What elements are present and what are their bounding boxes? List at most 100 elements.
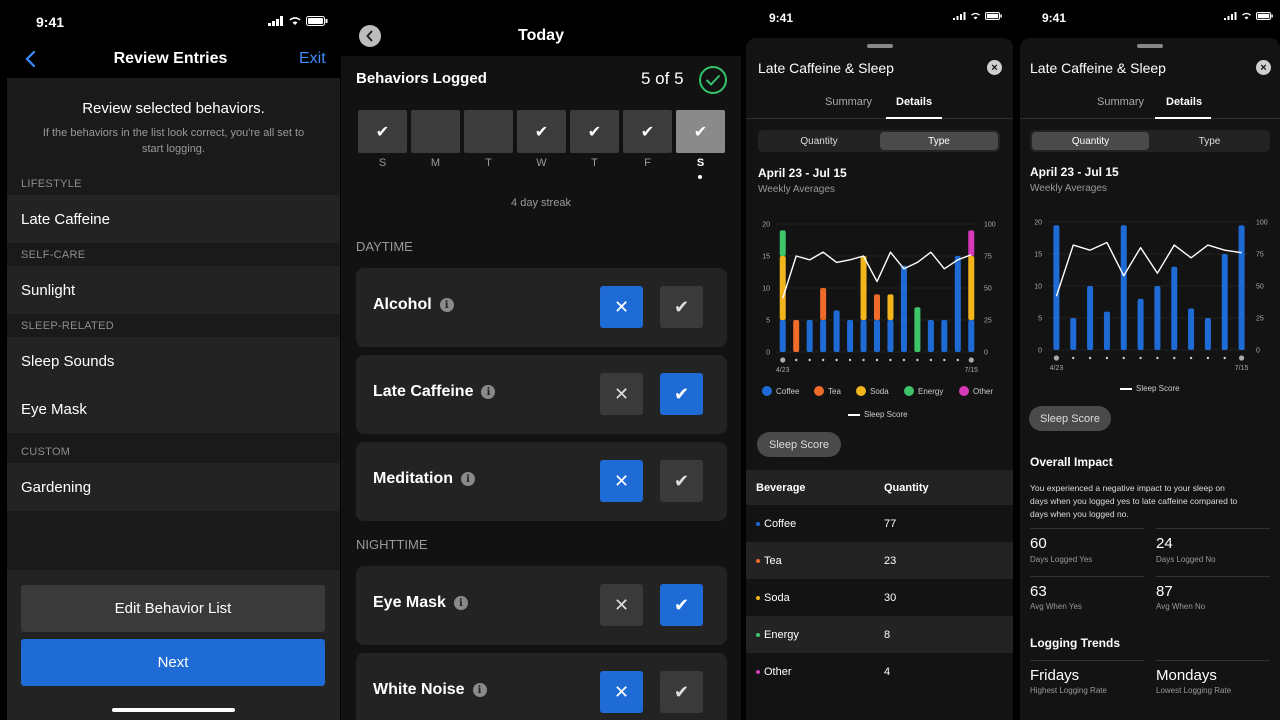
legend-label: Sleep Score: [864, 410, 908, 419]
legend-line-swatch: [848, 413, 860, 416]
bar-coffee: [820, 320, 827, 352]
bar-quantity: [1188, 308, 1195, 350]
stat-avg-yes-value: 63: [1030, 583, 1047, 600]
divider: [1030, 528, 1144, 529]
behavior-card: Eye Mask i ✕ ✔: [356, 566, 727, 645]
tab-details[interactable]: Details: [1166, 96, 1202, 108]
list-item-sleep-sounds[interactable]: Sleep Sounds: [7, 337, 340, 385]
y-tick-left: 0: [766, 350, 770, 357]
sleep-score-toggle[interactable]: Sleep Score: [1029, 406, 1111, 431]
edit-behavior-list-button[interactable]: Edit Behavior List: [21, 585, 325, 632]
panel-title: Late Caffeine & Sleep: [1030, 60, 1166, 76]
y-tick-right: 100: [984, 222, 996, 229]
bar-quantity: [1120, 225, 1127, 350]
overall-impact-title: Overall Impact: [1030, 455, 1113, 469]
x-tick-dot: [862, 358, 865, 362]
legend-swatch: [814, 386, 824, 396]
day-box-5[interactable]: ✔: [623, 110, 672, 153]
sheet-grabber[interactable]: [1137, 44, 1163, 48]
impact-text-line: You experienced a negative impact to you…: [1030, 483, 1225, 493]
tab-summary[interactable]: Summary: [825, 96, 872, 108]
segment-quantity[interactable]: Quantity: [1032, 132, 1149, 150]
x-tick-dot: [902, 358, 906, 362]
segment-type[interactable]: Type: [880, 132, 998, 150]
list-item-late-caffeine[interactable]: Late Caffeine: [7, 195, 340, 243]
info-icon[interactable]: i: [472, 683, 487, 697]
day-box-2[interactable]: [464, 110, 513, 153]
beverage-name: Soda: [764, 591, 790, 604]
details-panel: Late Caffeine & Sleep × Summary Details …: [746, 38, 1013, 720]
yes-button[interactable]: ✔: [660, 460, 703, 502]
behavior-card: Alcohol i ✕ ✔: [356, 268, 727, 347]
close-icon[interactable]: ×: [1256, 60, 1271, 75]
divider: [1156, 576, 1270, 577]
bar-energy: [914, 307, 921, 352]
tab-summary[interactable]: Summary: [1097, 96, 1144, 108]
list-item-eye-mask[interactable]: Eye Mask: [7, 385, 340, 433]
bar-soda: [860, 256, 867, 320]
info-icon[interactable]: i: [453, 596, 468, 610]
yes-button[interactable]: ✔: [660, 584, 703, 626]
exit-button[interactable]: Exit: [299, 50, 326, 68]
info-icon[interactable]: i: [461, 472, 475, 486]
x-tick-dot: [1053, 355, 1060, 361]
y-tick-right: 0: [1256, 348, 1260, 355]
details-type-screen: 9:41 Late Caffeine & Sleep × Summary Det…: [741, 0, 1018, 720]
info-icon[interactable]: i: [439, 298, 454, 312]
bar-coffee: [833, 310, 840, 352]
info-icon[interactable]: i: [481, 385, 496, 399]
details-panel: Late Caffeine & Sleep × Summary Details …: [1020, 38, 1280, 720]
today-screen: Today Behaviors Logged 5 of 5 ✔ S M T ✔ W ✔ T ✔ F…: [341, 0, 741, 720]
yes-button[interactable]: ✔: [660, 671, 703, 713]
day-box-6[interactable]: ✔: [676, 110, 725, 153]
bar-soda: [968, 256, 975, 320]
no-button[interactable]: ✕: [600, 584, 643, 626]
close-icon[interactable]: ×: [987, 60, 1002, 75]
legend-sleep-score: Sleep Score: [1120, 384, 1180, 393]
quantity-bar-chart: 0 5 10 15 20 0 25 50 75 100 4/23 7/15: [1034, 220, 1268, 373]
list-item-gardening[interactable]: Gardening: [7, 463, 340, 511]
tab-details[interactable]: Details: [896, 96, 932, 108]
sleep-score-toggle[interactable]: Sleep Score: [757, 432, 841, 457]
legend-swatch: [762, 386, 772, 396]
segment-type[interactable]: Type: [1151, 132, 1268, 150]
bar-tea: [820, 288, 827, 320]
bar-coffee: [874, 320, 880, 352]
day-letter: F: [644, 157, 651, 169]
segment-quantity[interactable]: Quantity: [760, 132, 878, 150]
section-header-self-care: SELF-CARE: [21, 249, 86, 261]
x-label-end: 7/15: [964, 367, 978, 374]
no-button[interactable]: ✕: [600, 286, 643, 328]
bar-quantity: [1137, 298, 1144, 350]
day-box-4[interactable]: ✔: [570, 110, 619, 153]
list-item-sunlight[interactable]: Sunlight: [7, 266, 340, 314]
tab-bar: Summary Details: [746, 88, 1013, 119]
yes-button[interactable]: ✔: [660, 373, 703, 415]
column-header-beverage: Beverage: [756, 481, 806, 494]
legend-sleep-score: Sleep Score: [848, 410, 908, 419]
stat-days-yes-value: 60: [1030, 535, 1047, 552]
no-button[interactable]: ✕: [600, 460, 643, 502]
tab-underline: [886, 117, 942, 119]
day-box-3[interactable]: ✔: [517, 110, 566, 153]
sheet-grabber[interactable]: [866, 44, 893, 48]
impact-text: You experienced a negative impact to you…: [1030, 482, 1237, 521]
y-tick-left: 20: [1034, 220, 1042, 227]
legend-label: Soda: [870, 386, 889, 396]
no-button[interactable]: ✕: [600, 373, 643, 415]
yes-button[interactable]: ✔: [660, 286, 703, 328]
bar-soda: [779, 256, 786, 320]
day-box-0[interactable]: ✔: [358, 110, 407, 153]
home-indicator: [112, 708, 235, 712]
y-tick-right: 75: [984, 254, 992, 261]
y-tick-right: 75: [1256, 252, 1264, 259]
x-tick-dot: [835, 358, 838, 362]
wifi-icon: [971, 12, 980, 20]
no-button[interactable]: ✕: [600, 671, 643, 713]
next-button[interactable]: Next: [21, 639, 325, 686]
divider: [1030, 660, 1144, 661]
bar-quantity: [1053, 225, 1060, 350]
list-item-label: Eye Mask: [21, 400, 87, 418]
x-tick-dot: [929, 358, 933, 362]
day-box-1[interactable]: [411, 110, 460, 153]
